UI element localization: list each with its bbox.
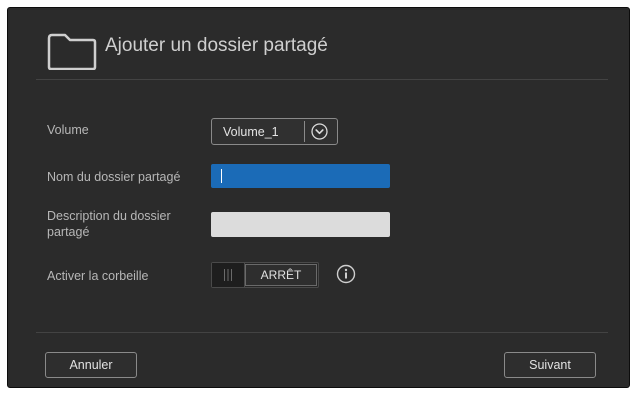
- grip-icon: [224, 269, 232, 281]
- dialog-title: Ajouter un dossier partagé: [105, 35, 328, 56]
- volume-select-value: Volume_1: [223, 125, 279, 139]
- next-button[interactable]: Suivant: [504, 352, 596, 378]
- select-separator: [304, 121, 305, 142]
- volume-select[interactable]: Volume_1: [211, 118, 338, 145]
- folder-icon: [47, 33, 97, 70]
- add-shared-folder-dialog: Ajouter un dossier partagé Volume Volume…: [7, 7, 630, 388]
- toggle-state-label: ARRÊT: [245, 264, 317, 286]
- share-name-input[interactable]: [211, 164, 390, 188]
- share-description-input[interactable]: [211, 212, 390, 237]
- dialog-header: Ajouter un dossier partagé: [8, 8, 629, 84]
- toggle-handle[interactable]: [212, 263, 245, 287]
- header-divider: [36, 79, 608, 80]
- footer-divider: [36, 332, 608, 333]
- chevron-down-icon[interactable]: [311, 123, 328, 140]
- recycle-bin-label: Activer la corbeille: [47, 269, 149, 283]
- cancel-button[interactable]: Annuler: [45, 352, 137, 378]
- info-icon[interactable]: [336, 264, 356, 284]
- text-caret: [221, 169, 222, 183]
- share-description-label: Description du dossier partagé: [47, 209, 171, 239]
- share-name-label: Nom du dossier partagé: [47, 170, 181, 184]
- recycle-bin-toggle[interactable]: ARRÊT: [211, 262, 319, 288]
- volume-label: Volume: [47, 123, 89, 137]
